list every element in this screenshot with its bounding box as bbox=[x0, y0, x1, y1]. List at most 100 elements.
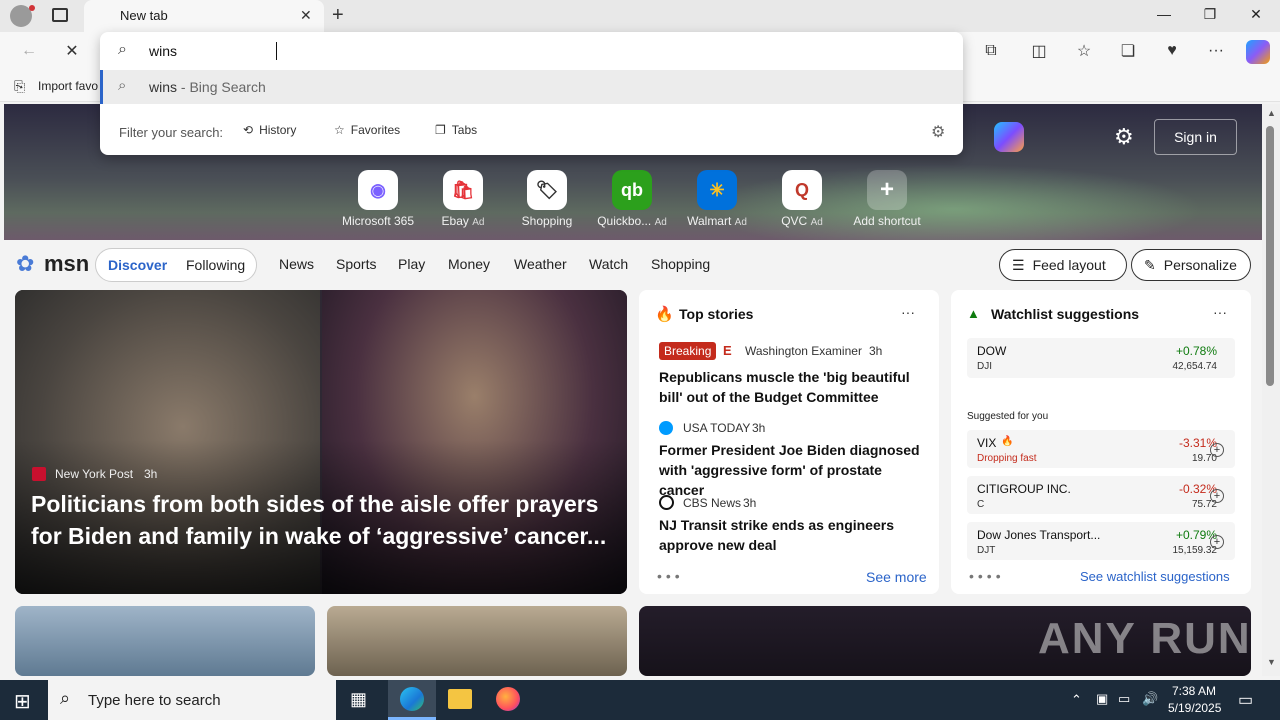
watchlist-row-citigroup[interactable]: CITIGROUP INC. C -0.32% 75.72 bbox=[967, 476, 1235, 514]
edge-taskbar-item[interactable] bbox=[388, 680, 436, 720]
clock-time[interactable]: 7:38 AM bbox=[1172, 684, 1216, 698]
ad-badge: Ad bbox=[472, 217, 485, 228]
sign-in-button[interactable]: Sign in bbox=[1154, 119, 1237, 155]
windows-start-icon[interactable]: ⊞ bbox=[14, 689, 31, 714]
restore-icon[interactable]: ❐ bbox=[1187, 6, 1233, 23]
filter-history-label: History bbox=[259, 123, 297, 137]
watchlist-row-vix[interactable]: VIX 🔥 Dropping fast -3.31% 19.70 bbox=[967, 430, 1235, 468]
tab-new-tab[interactable]: New tab ✕ bbox=[84, 0, 324, 32]
notifications-icon[interactable]: ▭ bbox=[1238, 690, 1253, 710]
more-options-icon[interactable]: ··· bbox=[1205, 40, 1227, 62]
shortcut-microsoft-365[interactable]: ◉ Microsoft 365 bbox=[338, 170, 418, 228]
add-to-watchlist-icon[interactable]: + bbox=[1210, 489, 1224, 503]
stop-loading-icon[interactable]: ✕ bbox=[61, 40, 83, 62]
ebay-icon: 🛍 bbox=[443, 170, 483, 210]
settings-gear-icon[interactable]: ⚙ bbox=[1114, 124, 1134, 150]
hero-story-card[interactable]: New York Post 3h Politicians from both s… bbox=[15, 290, 627, 594]
story-headline[interactable]: Republicans muscle the 'big beautiful bi… bbox=[659, 367, 924, 407]
performance-icon[interactable]: ♥ bbox=[1161, 40, 1183, 62]
minimize-icon[interactable]: — bbox=[1141, 6, 1187, 22]
add-to-watchlist-icon[interactable]: + bbox=[1210, 535, 1224, 549]
file-explorer-icon[interactable] bbox=[448, 689, 472, 709]
add-to-watchlist-icon[interactable]: + bbox=[1210, 443, 1224, 457]
more-options-icon[interactable]: ··· bbox=[1213, 304, 1227, 320]
scroll-up-icon[interactable]: ▲ bbox=[1267, 108, 1276, 118]
story-headline[interactable]: Former President Joe Biden diagnosed wit… bbox=[659, 440, 924, 500]
watchlist-row-dow[interactable]: DOW DJI +0.78% 42,654.74 bbox=[967, 338, 1235, 378]
scrollbar[interactable]: ▲ ▼ bbox=[1262, 104, 1280, 676]
quickbooks-icon: qb bbox=[612, 170, 652, 210]
feed-layout-button[interactable]: ☰ Feed layout bbox=[999, 249, 1127, 281]
tab-close-icon[interactable]: ✕ bbox=[300, 7, 312, 24]
tab-discover[interactable]: Discover bbox=[108, 257, 167, 273]
extensions-icon[interactable]: ⧉ bbox=[980, 40, 1002, 62]
address-bar[interactable]: ⌕ wins bbox=[100, 32, 963, 70]
new-tab-plus-icon[interactable]: + bbox=[332, 4, 344, 27]
search-suggestion[interactable]: ⌕ wins - Bing Search bbox=[100, 70, 963, 104]
shortcut-label: Add shortcut bbox=[853, 214, 921, 228]
taskbar-search-box[interactable]: ⌕ Type here to search bbox=[48, 680, 336, 720]
back-arrow-icon[interactable]: ← bbox=[18, 40, 40, 62]
tab-following[interactable]: Following bbox=[186, 257, 245, 273]
favorites-star-icon[interactable]: ☆ bbox=[1073, 40, 1095, 62]
text-cursor bbox=[276, 42, 277, 60]
shortcut-label: Microsoft 365 bbox=[341, 214, 415, 228]
story-headline[interactable]: NJ Transit strike ends as engineers appr… bbox=[659, 515, 924, 555]
show-hidden-icons-icon[interactable]: ⌃ bbox=[1071, 692, 1082, 708]
firefox-icon[interactable] bbox=[496, 687, 520, 711]
scroll-down-icon[interactable]: ▼ bbox=[1267, 657, 1276, 667]
nav-play[interactable]: Play bbox=[398, 256, 425, 272]
shortcut-quickbooks[interactable]: qb Quickbo... Ad bbox=[592, 170, 672, 228]
tab-actions-icon[interactable] bbox=[52, 8, 68, 22]
see-more-link[interactable]: See more bbox=[866, 569, 927, 585]
shortcut-walmart[interactable]: ✳ Walmart Ad bbox=[677, 170, 757, 228]
personalize-button[interactable]: ✎ Personalize bbox=[1131, 249, 1251, 281]
collections-icon[interactable]: ❏ bbox=[1117, 40, 1139, 62]
filter-tabs[interactable]: ❐ Tabs bbox=[435, 123, 477, 137]
see-watchlist-link[interactable]: See watchlist suggestions bbox=[1080, 569, 1230, 584]
news-card-lower-1[interactable] bbox=[15, 606, 315, 676]
cbs-news-icon bbox=[659, 495, 674, 510]
msn-logo[interactable]: msn bbox=[44, 251, 89, 277]
nav-money[interactable]: Money bbox=[448, 256, 490, 272]
hero-source: New York Post bbox=[55, 467, 134, 481]
stock-change: +0.78% bbox=[1175, 344, 1217, 358]
search-icon: ⌕ bbox=[118, 41, 127, 58]
stock-ticker: C bbox=[977, 499, 985, 510]
split-screen-icon[interactable]: ◫ bbox=[1028, 40, 1050, 62]
hero-headline[interactable]: Politicians from both sides of the aisle… bbox=[31, 488, 616, 552]
task-view-icon[interactable]: ▦ bbox=[350, 689, 367, 710]
device-icon[interactable]: ▣ bbox=[1096, 691, 1108, 707]
shortcut-shopping[interactable]: 🏷 Shopping bbox=[507, 170, 587, 228]
copilot-search-icon[interactable] bbox=[994, 122, 1024, 152]
news-card-lower-2[interactable] bbox=[327, 606, 627, 676]
carousel-dots[interactable]: ••• bbox=[657, 568, 684, 584]
shortcut-qvc[interactable]: Q QVC Ad bbox=[762, 170, 842, 228]
shortcut-add[interactable]: + Add shortcut bbox=[847, 170, 927, 228]
scrollbar-thumb[interactable] bbox=[1266, 126, 1274, 386]
address-input[interactable]: wins bbox=[149, 43, 177, 59]
filter-history[interactable]: ⟲ History bbox=[243, 123, 296, 137]
copilot-icon[interactable] bbox=[1246, 40, 1270, 64]
shortcut-ebay[interactable]: 🛍 Ebay Ad bbox=[423, 170, 503, 228]
nav-news[interactable]: News bbox=[279, 256, 314, 272]
watchlist-title: Watchlist suggestions bbox=[991, 306, 1140, 322]
clock-date[interactable]: 5/19/2025 bbox=[1168, 701, 1221, 715]
import-favorites-icon[interactable]: ⎘ bbox=[14, 78, 25, 95]
watchlist-row-djt[interactable]: Dow Jones Transport... DJT +0.79% 15,159… bbox=[967, 522, 1235, 560]
stock-name: VIX bbox=[977, 436, 997, 450]
nav-sports[interactable]: Sports bbox=[336, 256, 376, 272]
shortcut-label: Quickbo... bbox=[597, 214, 652, 228]
nav-watch[interactable]: Watch bbox=[589, 256, 628, 272]
nav-shopping[interactable]: Shopping bbox=[651, 256, 710, 272]
close-window-icon[interactable]: ✕ bbox=[1233, 6, 1279, 23]
volume-icon[interactable]: 🔊 bbox=[1142, 691, 1158, 707]
filter-favorites[interactable]: ☆ Favorites bbox=[334, 123, 400, 137]
nav-weather[interactable]: Weather bbox=[514, 256, 567, 272]
carousel-dots[interactable]: •••• bbox=[969, 568, 1005, 584]
title-bar: New tab ✕ + — ❐ ✕ bbox=[0, 0, 1280, 32]
import-favorites-link[interactable]: Import favo bbox=[38, 79, 98, 93]
more-options-icon[interactable]: ··· bbox=[901, 304, 915, 320]
search-settings-gear-icon[interactable]: ⚙ bbox=[931, 122, 945, 142]
network-icon[interactable]: ▭ bbox=[1118, 691, 1130, 707]
